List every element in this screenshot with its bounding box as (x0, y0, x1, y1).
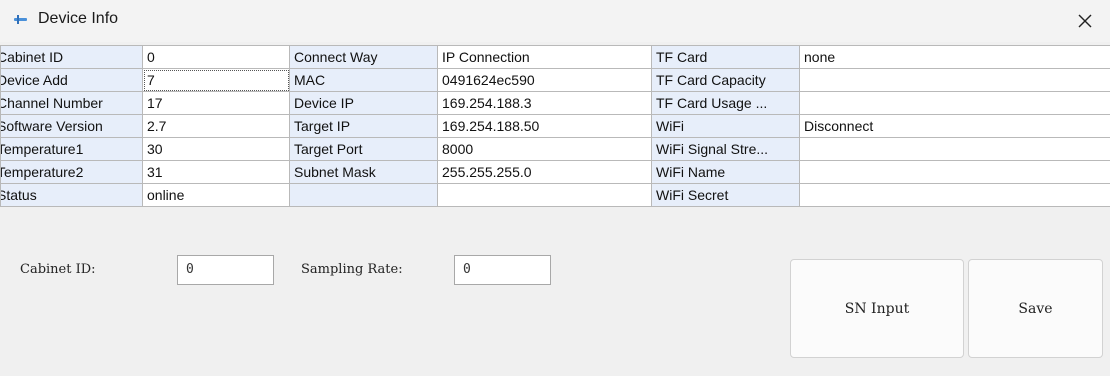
table-value-cell[interactable]: 30 (142, 137, 290, 161)
table-label-cell: TF Card (651, 45, 800, 69)
table-value-cell[interactable] (799, 137, 1110, 161)
table-value-cell[interactable]: 255.255.255.0 (437, 160, 652, 184)
table-label-cell: Temperature1 (0, 137, 143, 161)
table-value-cell[interactable]: 7 (142, 68, 290, 92)
table-label-cell: Target IP (289, 114, 438, 138)
device-info-table: Cabinet ID 0 Connect Way IP Connection TF Ca… (0, 45, 1110, 207)
table-value-cell[interactable] (799, 183, 1110, 207)
table-value-cell[interactable]: online (142, 183, 290, 207)
table-row: Channel Number 17 Device IP 169.254.188.3 TF… (0, 91, 1110, 115)
table-label-cell: Device IP (289, 91, 438, 115)
table-row: Software Version 2.7 Target IP 169.254.188.… (0, 114, 1110, 138)
table-value-cell[interactable] (799, 91, 1110, 115)
table-label-cell: Channel Number (0, 91, 143, 115)
table-value-cell[interactable]: 169.254.188.50 (437, 114, 652, 138)
table-value-cell[interactable]: IP Connection (437, 45, 652, 69)
table-value-cell[interactable] (799, 68, 1110, 92)
app-logo-icon (14, 15, 27, 24)
table-value-cell[interactable]: 31 (142, 160, 290, 184)
table-label-cell: WiFi (651, 114, 800, 138)
table-label-cell: MAC (289, 68, 438, 92)
table-row: Temperature2 31 Subnet Mask 255.255.255.0 Wi… (0, 160, 1110, 184)
save-button[interactable]: Save (968, 259, 1103, 358)
table-value-cell[interactable] (799, 160, 1110, 184)
table-value-cell[interactable]: 2.7 (142, 114, 290, 138)
table-label-cell: Status (0, 183, 143, 207)
table-row: Status online WiFi Secret (0, 183, 1110, 207)
window-title: Device Info (38, 10, 119, 27)
table-label-cell: Cabinet ID (0, 45, 143, 69)
table-label-cell: WiFi Secret (651, 183, 800, 207)
table-label-cell: TF Card Capacity (651, 68, 800, 92)
table-value-cell[interactable]: 169.254.188.3 (437, 91, 652, 115)
table-value-cell[interactable]: none (799, 45, 1110, 69)
table-row: Temperature1 30 Target Port 8000 WiFi Signal… (0, 137, 1110, 161)
table-label-cell: Target Port (289, 137, 438, 161)
title-bar: Device Info (0, 0, 1110, 42)
cabinet-id-input[interactable]: 0 (177, 255, 274, 285)
table-label-cell: WiFi Signal Stre... (651, 137, 800, 161)
table-label-cell: Connect Way (289, 45, 438, 69)
table-value-cell[interactable]: 0491624ec590 (437, 68, 652, 92)
table-label-cell: WiFi Name (651, 160, 800, 184)
table-label-cell (289, 183, 438, 207)
table-row: Device Add 7 MAC 0491624ec590 TF Card Capaci… (0, 68, 1110, 92)
close-icon (1078, 14, 1092, 28)
sampling-rate-label: Sampling Rate: (301, 262, 403, 277)
table-value-cell[interactable]: Disconnect (799, 114, 1110, 138)
table-label-cell: Software Version (0, 114, 143, 138)
table-value-cell[interactable] (437, 183, 652, 207)
close-button[interactable] (1068, 6, 1102, 36)
table-row: Cabinet ID 0 Connect Way IP Connection TF Ca… (0, 45, 1110, 69)
table-label-cell: Subnet Mask (289, 160, 438, 184)
table-label-cell: TF Card Usage ... (651, 91, 800, 115)
table-value-cell[interactable]: 0 (142, 45, 290, 69)
cabinet-id-label: Cabinet ID: (20, 262, 96, 277)
table-label-cell: Device Add (0, 68, 143, 92)
table-label-cell: Temperature2 (0, 160, 143, 184)
sn-input-button[interactable]: SN Input (790, 259, 964, 358)
sampling-rate-input[interactable]: 0 (454, 255, 551, 285)
table-value-cell[interactable]: 17 (142, 91, 290, 115)
table-value-cell[interactable]: 8000 (437, 137, 652, 161)
